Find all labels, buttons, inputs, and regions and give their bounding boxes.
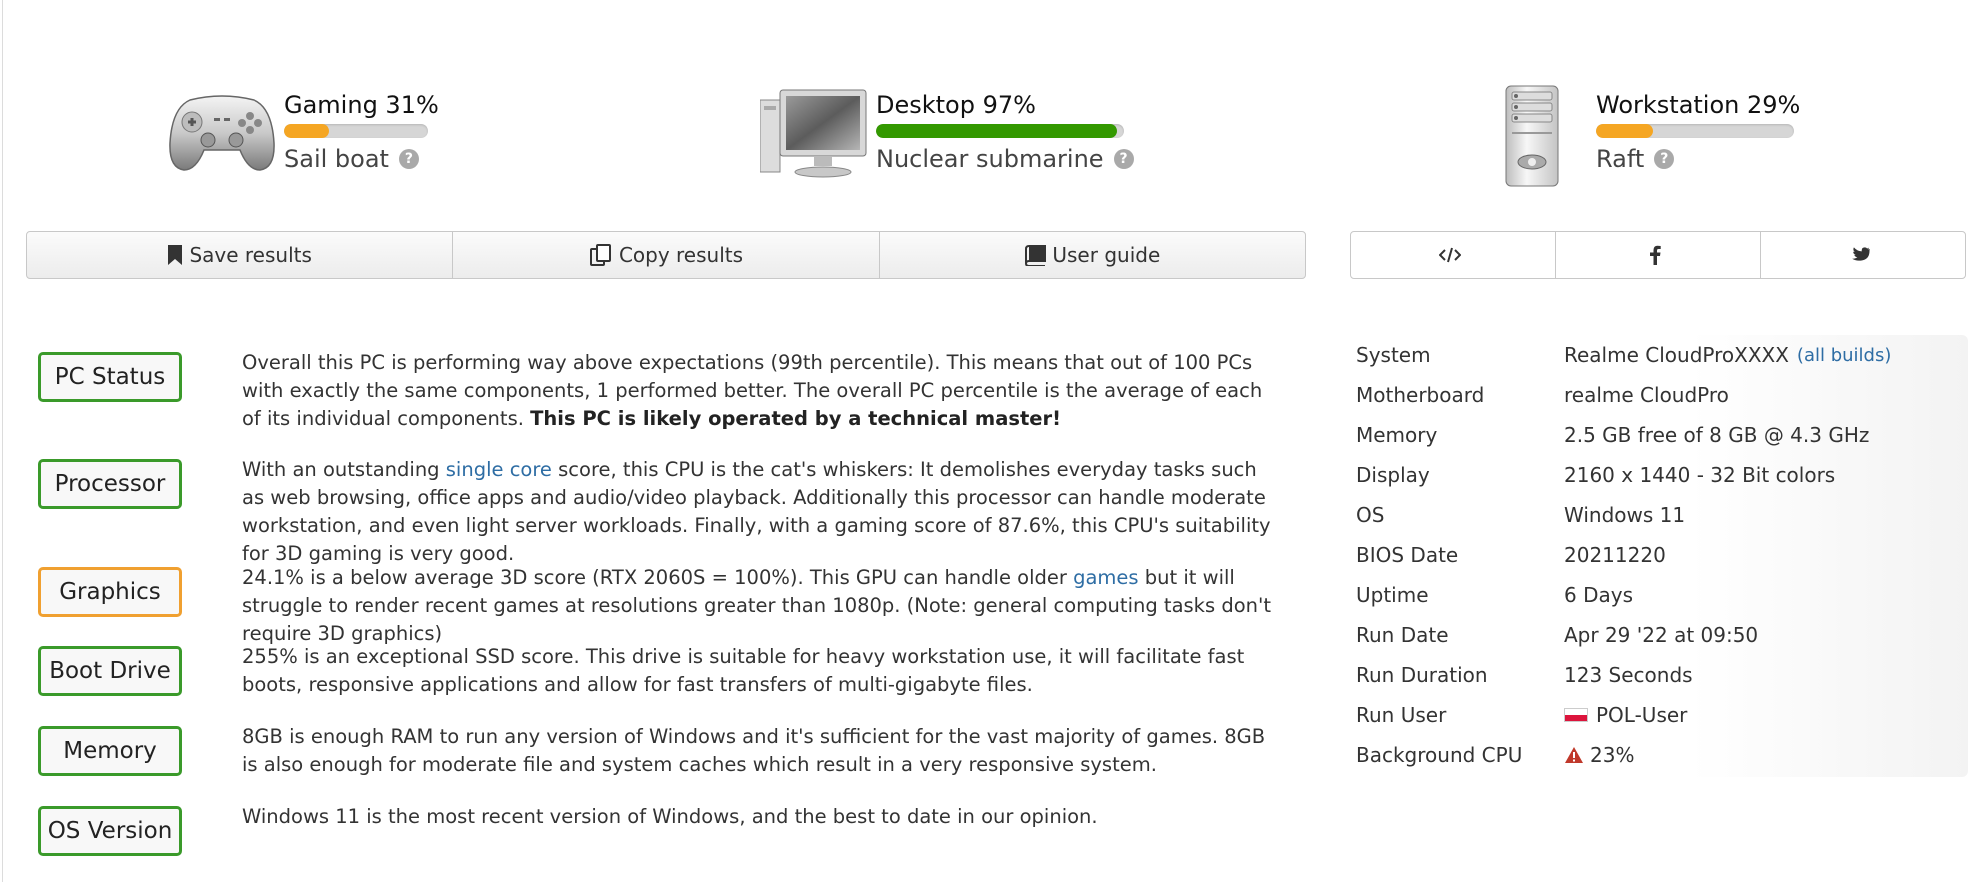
help-icon[interactable]: ? <box>1113 149 1134 169</box>
desktop-score-fill <box>876 124 1117 138</box>
copy-icon <box>589 244 611 266</box>
gaming-score-title: Gaming 31% <box>284 91 439 119</box>
twitter-icon <box>1852 247 1870 261</box>
gaming-score-bar <box>284 124 428 138</box>
sysinfo-value: 20211220 <box>1564 543 1666 567</box>
sysinfo-key: OS <box>1356 503 1385 527</box>
embed-button[interactable] <box>1351 232 1556 278</box>
share-toolbar <box>1350 231 1966 279</box>
sysinfo-key: System <box>1356 343 1431 367</box>
desktop-score-title: Desktop 97% <box>876 91 1036 119</box>
sysinfo-key: Motherboard <box>1356 383 1485 407</box>
pc-status-text: Overall this PC is performing way above … <box>242 349 1282 433</box>
gamepad-icon <box>168 88 276 178</box>
sysinfo-key: Background CPU <box>1356 743 1523 767</box>
status-row-pc: PC Status Overall this PC is performing … <box>38 349 1288 433</box>
memory-text: 8GB is enough RAM to run any version of … <box>242 725 1266 776</box>
score-gaming: Gaming 31% Sail boat? <box>168 88 439 178</box>
desktop-score-bar <box>876 124 1124 138</box>
workstation-tower-icon <box>1502 84 1572 187</box>
code-icon <box>1439 247 1461 263</box>
run-user-value: POL-User <box>1596 703 1688 727</box>
os-version-text: Windows 11 is the most recent version of… <box>242 805 1098 828</box>
twitter-share-button[interactable] <box>1761 232 1965 278</box>
sysinfo-row: Run Duration 123 Seconds <box>1350 655 1968 695</box>
sysinfo-row: Run User POL-User <box>1350 695 1968 735</box>
sysinfo-key: Run Date <box>1356 623 1449 647</box>
help-icon[interactable]: ? <box>1654 149 1675 169</box>
user-guide-label: User guide <box>1052 243 1161 267</box>
warning-icon <box>1565 747 1583 763</box>
sysinfo-value: Windows 11 <box>1564 503 1686 527</box>
sysinfo-row: Motherboard realme CloudPro <box>1350 375 1968 415</box>
poland-flag-icon <box>1564 708 1588 722</box>
sysinfo-value: 2160 x 1440 - 32 Bit colors <box>1564 463 1836 487</box>
sysinfo-row: Uptime 6 Days <box>1350 575 1968 615</box>
graphics-badge[interactable]: Graphics <box>38 567 182 617</box>
workstation-score-title: Workstation 29% <box>1596 91 1801 119</box>
sysinfo-value: 6 Days <box>1564 583 1633 607</box>
gaming-score-label: Sail boat <box>284 145 389 173</box>
sysinfo-value: Apr 29 '22 at 09:50 <box>1564 623 1759 647</box>
sysinfo-row: Run Date Apr 29 '22 at 09:50 <box>1350 615 1968 655</box>
user-guide-button[interactable]: User guide <box>880 232 1305 278</box>
sysinfo-key: Run Duration <box>1356 663 1488 687</box>
sysinfo-key: Display <box>1356 463 1430 487</box>
sysinfo-value: realme CloudPro <box>1564 383 1729 407</box>
single-core-link[interactable]: single core <box>446 458 552 481</box>
desktop-computer-icon <box>759 88 868 178</box>
processor-badge[interactable]: Processor <box>38 459 182 509</box>
status-row-boot-drive: Boot Drive 255% is an exceptional SSD sc… <box>38 645 1288 699</box>
facebook-icon <box>1650 245 1661 265</box>
score-desktop: Desktop 97% Nuclear submarine? <box>759 88 1134 178</box>
results-toolbar: Save results Copy results User guide <box>26 231 1306 279</box>
pc-status-badge[interactable]: PC Status <box>38 352 182 402</box>
sysinfo-key: Memory <box>1356 423 1438 447</box>
memory-badge[interactable]: Memory <box>38 726 182 776</box>
sysinfo-key: BIOS Date <box>1356 543 1459 567</box>
os-version-badge[interactable]: OS Version <box>38 806 182 856</box>
facebook-share-button[interactable] <box>1556 232 1761 278</box>
page-left-border <box>2 0 3 882</box>
workstation-score-fill <box>1596 124 1654 138</box>
status-row-processor: Processor With an outstanding single cor… <box>38 456 1288 568</box>
status-row-graphics: Graphics 24.1% is a below average 3D sco… <box>38 564 1288 648</box>
workstation-score-bar <box>1596 124 1794 138</box>
sysinfo-row: OS Windows 11 <box>1350 495 1968 535</box>
sysinfo-row: Background CPU 23% <box>1350 735 1968 775</box>
sysinfo-row: Memory 2.5 GB free of 8 GB @ 4.3 GHz <box>1350 415 1968 455</box>
sysinfo-key: Run User <box>1356 703 1447 727</box>
gaming-score-fill <box>284 124 329 138</box>
copy-results-button[interactable]: Copy results <box>453 232 880 278</box>
desktop-score-label: Nuclear submarine <box>876 145 1104 173</box>
processor-text-part: With an outstanding <box>242 458 446 481</box>
help-icon[interactable]: ? <box>398 149 419 169</box>
save-results-label: Save results <box>189 243 312 267</box>
graphics-text: 24.1% is a below average 3D score (RTX 2… <box>242 564 1282 648</box>
system-info-table: System Realme CloudProXXXX (all builds) Mo… <box>1350 335 1968 777</box>
sysinfo-value: 2.5 GB free of 8 GB @ 4.3 GHz <box>1564 423 1870 447</box>
all-builds-link[interactable]: (all builds) <box>1797 345 1891 366</box>
sysinfo-row: Display 2160 x 1440 - 32 Bit colors <box>1350 455 1968 495</box>
save-results-button[interactable]: Save results <box>27 232 454 278</box>
background-cpu-value: 23% <box>1590 743 1635 767</box>
copy-results-label: Copy results <box>618 243 744 267</box>
score-workstation: Workstation 29% Raft? <box>1502 84 1801 187</box>
games-link[interactable]: games <box>1073 566 1138 589</box>
status-row-memory: Memory 8GB is enough RAM to run any vers… <box>38 725 1288 779</box>
sysinfo-row: BIOS Date 20211220 <box>1350 535 1968 575</box>
processor-text: With an outstanding single core score, t… <box>242 456 1282 568</box>
graphics-text-part: 24.1% is a below average 3D score (RTX 2… <box>242 566 1074 589</box>
workstation-score-label: Raft <box>1596 145 1645 173</box>
status-row-os-version: OS Version Windows 11 is the most recent… <box>38 805 1288 856</box>
sysinfo-key: Uptime <box>1356 583 1429 607</box>
book-icon <box>1025 245 1047 266</box>
boot-drive-text: 255% is an exceptional SSD score. This d… <box>242 645 1245 696</box>
sysinfo-value: Realme CloudProXXXX <box>1564 343 1789 367</box>
sysinfo-value: 123 Seconds <box>1564 663 1693 687</box>
bookmark-icon <box>168 245 183 265</box>
sysinfo-row: System Realme CloudProXXXX (all builds) <box>1350 335 1968 375</box>
pc-status-verdict: This PC is likely operated by a technica… <box>530 407 1062 430</box>
boot-drive-badge[interactable]: Boot Drive <box>38 646 182 696</box>
